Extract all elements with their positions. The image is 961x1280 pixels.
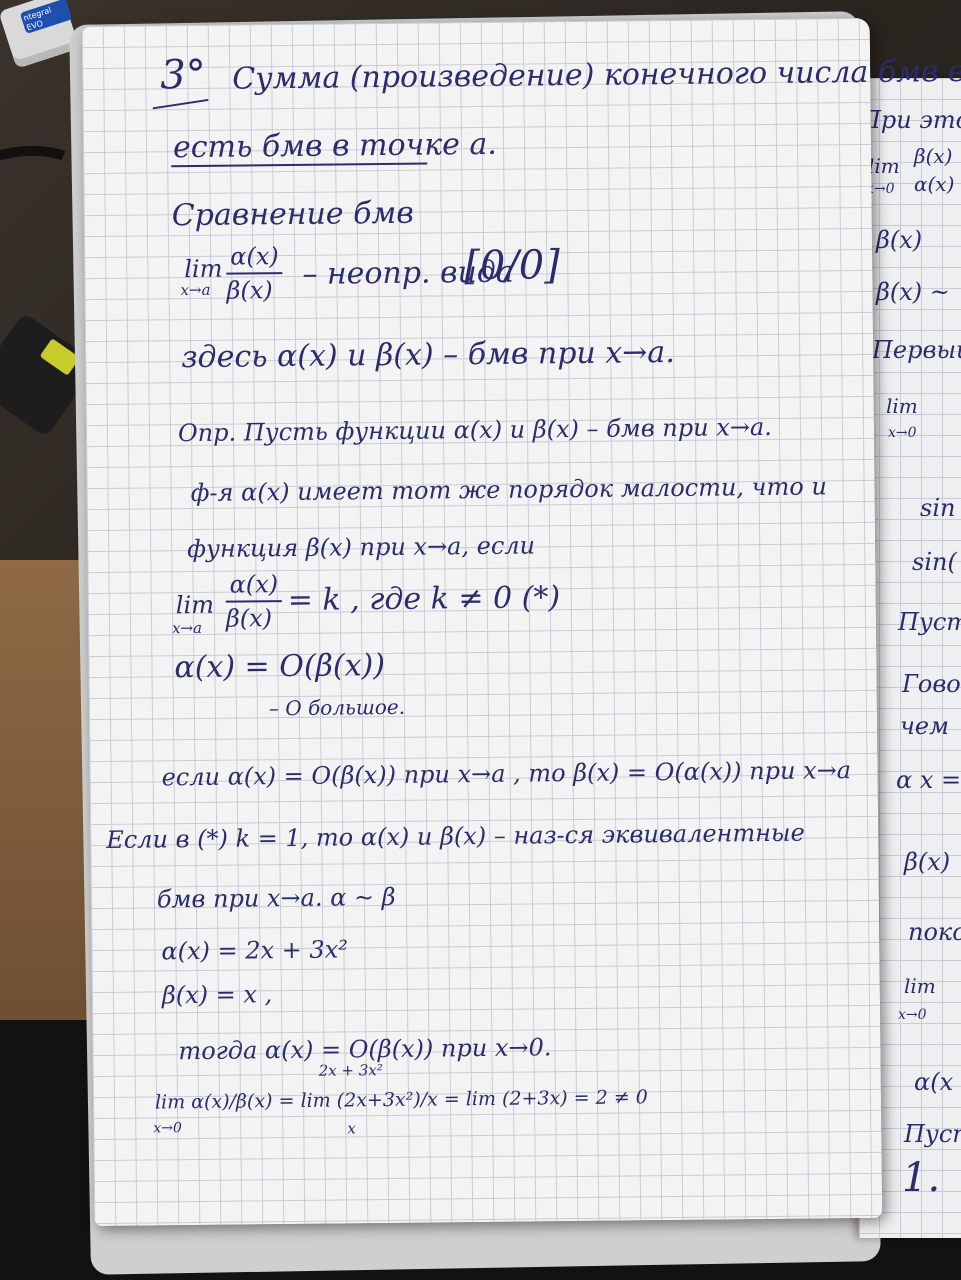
right-page-text: α(x <box>914 1068 954 1096</box>
fraction-numerator: 2x + 3x² <box>318 1061 383 1080</box>
zero-over-zero: [0/0] <box>464 242 561 290</box>
right-page-text: sin( <box>912 548 957 576</box>
lim-label: lim <box>175 590 215 620</box>
right-page-text: β(x) ~ <box>876 278 950 306</box>
fraction-bar <box>225 600 282 603</box>
lim-subscript: x→a <box>180 280 211 300</box>
limit-equals-k: = k , где k ≠ 0 (*) <box>287 580 561 619</box>
theorem-line-2: есть бмв в точке a. <box>172 126 498 166</box>
right-page-text: β(x) <box>914 144 953 168</box>
fraction-numerator: α(x) <box>230 242 279 271</box>
right-page-text: sin <box>920 494 956 522</box>
big-o-definition: α(x) = O(β(x)) <box>174 648 386 686</box>
right-page-text: α x = <box>896 766 961 794</box>
section-number-underline <box>152 98 209 110</box>
right-page-text: При этом <box>860 106 961 134</box>
right-page-text: 1. <box>902 1155 941 1201</box>
definition-line-1: Опр. Пусть функции α(x) и β(x) – бмв при… <box>177 412 772 448</box>
right-page-text: Пусть <box>904 1120 961 1148</box>
theorem-line-1: Сумма (произведение) конечного числа бмв… <box>232 52 961 97</box>
right-page-text: Пусть <box>898 608 961 636</box>
definition-line-3: функция β(x) при x→a, если <box>187 531 536 564</box>
heading-comparison: Сравнение бмв <box>171 195 414 234</box>
right-page-text: Первый <box>872 336 961 364</box>
right-page-text: β(x) <box>876 226 923 254</box>
lim-label: lim <box>184 254 223 284</box>
right-page-text: lim <box>886 394 918 418</box>
right-page-text: lim <box>868 154 900 178</box>
right-page-text: α(x) <box>914 172 955 196</box>
definition-line-2: ф-я α(x) имеет тот же порядок малости, ч… <box>190 472 827 508</box>
fraction-denominator: x <box>347 1119 356 1138</box>
right-page-text: β(x) <box>904 848 951 876</box>
right-page-text: чем <box>900 712 950 740</box>
fraction-numerator: α(x) <box>229 570 279 599</box>
right-page-text: x→0 <box>898 1007 927 1023</box>
right-page-text: Говор <box>902 670 961 698</box>
fraction-denominator: β(x) <box>226 276 273 305</box>
right-page-text: lim <box>904 974 936 998</box>
lim-subscript: x→0 <box>153 1120 182 1137</box>
notebook-page: 3° Сумма (произведение) конечного числа … <box>81 17 961 1227</box>
example-beta: β(x) = x , <box>161 980 273 1010</box>
big-o-caption: – O большое. <box>268 694 406 721</box>
fraction-bar <box>226 272 283 275</box>
equivalence-line-1: Если в (*) k = 1, то α(x) и β(x) – наз-с… <box>106 818 805 854</box>
symmetry-statement: если α(x) = O(β(x)) при x→a , то β(x) = … <box>161 756 852 792</box>
example-limit-computation: lim α(x)/β(x) = lim (2x+3x²)/x = lim (2+… <box>154 1086 648 1114</box>
lim-subscript: x→a <box>171 618 203 638</box>
usb-stick-label: ntegral EVO <box>19 0 73 35</box>
right-page-text: покс <box>908 918 961 946</box>
example-conclusion: тогда α(x) = O(β(x)) при x→0. <box>178 1033 552 1066</box>
example-alpha: α(x) = 2x + 3x² <box>161 935 349 966</box>
fraction-denominator: β(x) <box>225 604 273 633</box>
right-page-text: x→0 <box>888 425 917 441</box>
where-line: здесь α(x) и β(x) – бмв при x→a. <box>181 334 675 376</box>
section-number: 3° <box>160 51 206 99</box>
equivalence-line-2: бмв при x→a. α ~ β <box>156 882 396 914</box>
